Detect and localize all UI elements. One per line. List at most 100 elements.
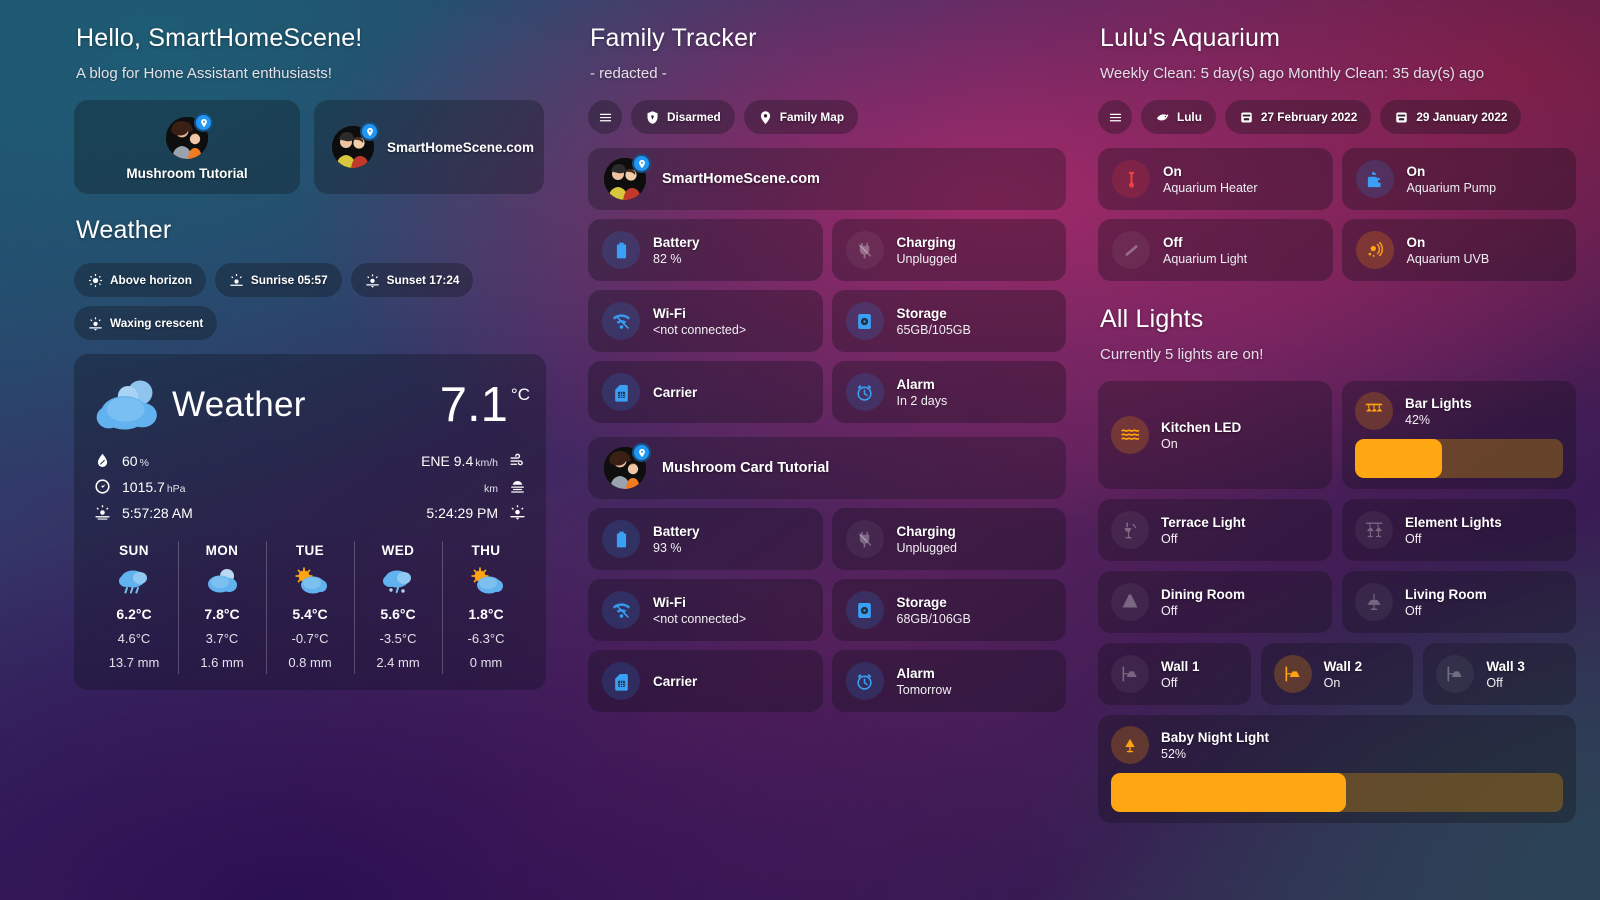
lights-grid: Kitchen LED On Bar Lights 42% Terrace Li… [1098,381,1577,823]
tile-row: Carrier Alarm In 2 days [588,361,1066,423]
person-card-mushroom-tutorial[interactable]: Mushroom Tutorial [74,100,300,194]
chip-label: Sunrise 05:57 [250,273,328,287]
tile-alarm[interactable]: Alarm In 2 days [831,361,1066,423]
chip-fish-lulu[interactable]: Lulu [1141,100,1216,134]
weather-sunrise-value: 5:57:28 AM [122,504,193,521]
person-template-row: Mushroom Tutorial SmartHomeScene.com [74,100,546,194]
weather-main-row: Weather 7.1 °C [90,368,530,442]
chip-sunset[interactable]: Sunset 17:24 [350,263,474,297]
snowy-rainy-icon [381,567,415,597]
tile-title: Storage [896,594,947,610]
chip-moon-phase[interactable]: Waxing crescent [74,306,218,340]
chip-alarm-state[interactable]: Disarmed [631,100,735,134]
light-tile-wall-1[interactable]: Wall 1 Off [1098,643,1251,705]
weather-name: Weather [172,385,306,424]
chip-menu-button[interactable] [1098,100,1132,134]
light-tile-wall-3[interactable]: Wall 3 Off [1423,643,1577,705]
chip-above-horizon[interactable]: Above horizon [74,263,206,297]
tile-state: <not connected> [653,611,747,626]
light-name: Kitchen LED [1161,419,1242,435]
uvb-sun-icon [1355,231,1394,269]
tile-carrier[interactable]: Carrier [588,650,823,712]
wind-icon [510,453,523,466]
tile-battery[interactable]: Battery 93 % [588,508,823,570]
light-name: Terrace Light [1161,514,1246,530]
tile-storage[interactable]: Storage 65GB/105GB [831,290,1066,352]
light-tile-terrace-light[interactable]: Terrace Light Off [1098,499,1332,561]
light-tile-dining-room[interactable]: Dining Room Off [1098,571,1332,633]
tile-charging[interactable]: Charging Unplugged [831,219,1066,281]
weather-card[interactable]: Weather 7.1 °C 60% 1015.7 hPa 5:57:28 AM… [74,354,546,690]
tile-row: Battery 82 % Charging Unplugged [588,219,1066,281]
tile-state: 68GB/106GB [896,611,971,626]
dashboard-root: Hello, SmartHomeScene! A blog for Home A… [0,0,1600,900]
chip-monthly-clean-date[interactable]: 29 January 2022 [1380,100,1522,134]
tile-storage[interactable]: Storage 68GB/106GB [831,579,1066,641]
all-lights-title: All Lights [1100,305,1204,333]
person-card-smarthomescene[interactable]: SmartHomeScene.com [314,100,544,194]
forecast-day-name: TUE [295,543,325,558]
sun-above-horizon-icon [88,273,103,287]
tile-alarm[interactable]: Alarm Tomorrow [831,650,1066,712]
light-tile-bar-lights[interactable]: Bar Lights 42% [1342,381,1576,489]
forecast-day-name: WED [381,543,415,558]
light-name: Element Lights [1405,514,1502,530]
person-avatar-mother [604,443,651,489]
person-banner-name: SmartHomeScene.com [662,171,820,187]
tile-aquarium-heater[interactable]: On Aquarium Heater [1098,148,1333,210]
greeting-subtitle: A blog for Home Assistant enthusiasts! [76,65,332,82]
family-tracker-subtitle: - redacted - [590,65,667,82]
sunset-icon [510,505,525,520]
forecast-day-name: MON [205,543,239,558]
tile-title: Off [1163,234,1183,250]
map-marker-icon [760,110,770,124]
person-banner[interactable]: SmartHomeScene.com [588,148,1066,210]
brightness-slider-bar-lights[interactable] [1355,439,1563,478]
chip-sunrise[interactable]: Sunrise 05:57 [214,263,342,297]
slider-fill [1111,773,1347,812]
forecast-day-name: SUN [119,543,149,558]
chip-weekly-clean-date[interactable]: 27 February 2022 [1224,100,1372,134]
chip-label: 27 February 2022 [1260,110,1358,124]
chip-menu-button[interactable] [588,100,622,134]
tile-state: <not connected> [653,322,747,337]
light-brightness: 42% [1405,412,1431,427]
fish-icon [1156,113,1169,120]
light-tile-element-lights[interactable]: Element Lights Off [1342,499,1576,561]
tile-aquarium-uvb[interactable]: On Aquarium UVB [1341,219,1576,281]
light-tile-living-room[interactable]: Living Room Off [1342,571,1576,633]
aquarium-subtitle: Weekly Clean: 5 day(s) ago Monthly Clean… [1100,65,1485,82]
chip-family-map[interactable]: Family Map [743,100,859,134]
led-strip-icon [1111,416,1149,454]
tile-title: Carrier [653,384,698,400]
forecast-high: 6.2°C [116,606,152,622]
tile-charging[interactable]: Charging Unplugged [831,508,1066,570]
forecast-high: 1.8°C [468,606,504,622]
tile-title: Charging [896,234,956,250]
shield-icon [647,110,658,124]
tile-row: Wi-Fi <not connected> Storage 68GB/106GB [588,579,1066,641]
person-banner[interactable]: Mushroom Card Tutorial [588,437,1066,499]
light-tile-wall-2[interactable]: Wall 2 On [1260,643,1414,705]
weather-chip-row: Above horizon Sunrise 05:57 Sunset 17:24… [74,263,546,340]
tile-title: Wi-Fi [653,594,686,610]
tile-carrier[interactable]: Carrier [588,361,823,423]
tile-wifi[interactable]: Wi-Fi <not connected> [588,579,823,641]
forecast-day: SUN 6.2°C 4.6°C 13.7 mm [90,539,178,676]
tile-aquarium-light[interactable]: Off Aquarium Light [1098,219,1333,281]
brightness-slider-baby-night-light[interactable] [1111,773,1563,812]
chip-label: Family Map [779,110,845,124]
storage-icon [845,302,884,340]
light-state: Off [1161,531,1178,546]
light-row: Terrace Light Off Element Lights Off [1098,499,1576,561]
tile-battery[interactable]: Battery 82 % [588,219,823,281]
tile-title: Carrier [653,673,698,689]
light-tile-kitchen-led[interactable]: Kitchen LED On [1098,381,1332,489]
light-tile-baby-night-light[interactable]: Baby Night Light 52% [1098,715,1576,823]
tile-row: On Aquarium Heater On Aquarium Pump [1098,148,1576,210]
tile-wifi[interactable]: Wi-Fi <not connected> [588,290,823,352]
weather-attr-sunset: 5:24:29 PM [426,504,526,521]
tile-state: Aquarium Pump [1406,180,1497,195]
tile-aquarium-pump[interactable]: On Aquarium Pump [1341,148,1576,210]
weather-visibility-unit: km [484,482,498,495]
